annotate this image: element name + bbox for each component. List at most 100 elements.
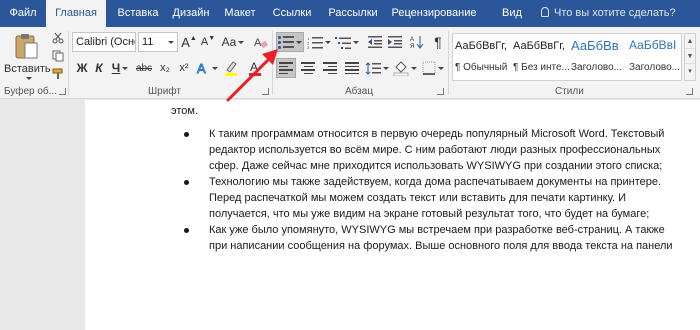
caret-up-icon: ▲ (189, 34, 197, 42)
tab-layout[interactable]: Макет (220, 0, 260, 27)
text-effects-icon: A (197, 61, 207, 75)
tab-references[interactable]: Ссылки (268, 0, 316, 27)
copy-button[interactable] (50, 49, 66, 63)
tab-review[interactable]: Рецензирование (390, 0, 478, 27)
borders-button[interactable] (420, 58, 446, 78)
multilevel-list-icon (335, 36, 351, 49)
line-spacing-button[interactable] (364, 58, 390, 78)
decrease-indent-icon (368, 36, 382, 48)
shading-button[interactable] (392, 58, 418, 78)
list-item-line: К таким программам относится в первую оч… (209, 128, 665, 140)
grow-font-icon: A (181, 34, 190, 50)
style-sample: АаБбВвГг, (455, 40, 507, 52)
paste-label: Вставить (4, 63, 51, 75)
styles-gallery: АаБбВвГг, ¶ Обычный АаБбВвГг, ¶ Без инте… (452, 33, 682, 81)
align-right-button[interactable] (320, 58, 340, 78)
format-painter-button[interactable] (50, 67, 66, 81)
styles-gallery-scroll[interactable]: ▲ ▼ ▾ (684, 33, 696, 81)
strikethrough-button[interactable]: abc (134, 58, 154, 78)
underline-button[interactable]: Ч (108, 58, 132, 78)
tell-me-search[interactable]: Что вы хотите сделать? (541, 0, 676, 27)
list-item-line: сфер. Даже сейчас мне приходится использ… (209, 160, 663, 172)
ribbon-tab-bar: Файл Главная Вставка Дизайн Макет Ссылки… (0, 0, 700, 27)
style-sample: АаБбВв (571, 38, 619, 53)
styles-group-label: Стили (555, 86, 584, 97)
chevron-up-icon[interactable]: ▲ (685, 34, 695, 49)
bullet-marker (184, 180, 189, 185)
show-formatting-marks-button[interactable]: ¶ (430, 32, 446, 52)
annotation-arrow-icon (226, 49, 278, 102)
copy-icon (52, 50, 64, 62)
line-spacing-icon (365, 61, 381, 75)
styles-dialog-launcher[interactable] (686, 88, 693, 95)
chevron-down-icon[interactable]: ▼ (685, 49, 695, 64)
underline-icon: Ч (111, 61, 121, 75)
style-heading-2[interactable]: АаБбВвІ Заголово... (627, 34, 681, 80)
list-item: Как уже было упомянуто, WYSIWYG мы встре… (209, 222, 679, 254)
paste-button[interactable]: Вставить (4, 31, 51, 81)
tab-insert[interactable]: Вставка (110, 0, 166, 27)
font-name-combo[interactable]: Calibri (Осно (72, 32, 136, 52)
align-center-icon (301, 62, 315, 74)
decrease-indent-button[interactable] (366, 32, 384, 52)
tell-me-label: Что вы хотите сделать? (554, 7, 676, 19)
tab-mailings[interactable]: Рассылки (324, 0, 382, 27)
increase-indent-button[interactable] (386, 32, 404, 52)
chevron-down-icon (383, 66, 389, 70)
style-heading-1[interactable]: АаБбВв Заголово... (569, 34, 627, 80)
cut-button[interactable] (50, 31, 66, 45)
style-name: ¶ Без инте... (513, 62, 570, 73)
paragraph-dialog-launcher[interactable] (437, 88, 444, 95)
list-item-line: при написании сообщения на форумах. Выше… (209, 240, 673, 252)
borders-icon (422, 61, 436, 75)
justify-button[interactable] (342, 58, 362, 78)
style-name: Заголово... (571, 62, 622, 73)
tab-design[interactable]: Дизайн (166, 0, 216, 27)
bullet-marker (184, 132, 189, 137)
sort-button[interactable]: AЯ (408, 32, 426, 52)
sort-icon: AЯ (410, 36, 424, 49)
chevron-down-icon (353, 40, 359, 44)
tab-home[interactable]: Главная (46, 0, 106, 27)
align-center-button[interactable] (298, 58, 318, 78)
list-item: Технологию мы также задействуем, когда д… (209, 174, 679, 222)
pilcrow-icon: ¶ (434, 34, 442, 50)
more-styles-icon[interactable]: ▾ (685, 64, 695, 79)
chevron-down-icon (411, 66, 417, 70)
style-normal[interactable]: АаБбВвГг, ¶ Обычный (453, 34, 511, 80)
clipboard-icon (15, 34, 38, 59)
subscript-button[interactable]: x₂ (156, 58, 174, 78)
grow-font-button[interactable]: A ▲ (181, 32, 197, 52)
clipboard-group-label: Буфер об... (4, 86, 57, 97)
font-group-label: Шрифт (148, 86, 181, 97)
italic-button[interactable]: К (91, 58, 107, 78)
tab-file[interactable]: Файл (4, 0, 42, 27)
strikethrough-icon: abc (135, 62, 153, 74)
paragraph-group-label: Абзац (345, 86, 374, 97)
paste-dropdown-arrow[interactable] (26, 77, 32, 80)
text-effects-button[interactable]: A (196, 58, 218, 78)
increase-indent-icon (388, 36, 402, 48)
tab-view[interactable]: Вид (500, 0, 524, 27)
clipboard-dialog-launcher[interactable] (59, 88, 66, 95)
list-item: К таким программам относится в первую оч… (209, 126, 679, 174)
style-name: ¶ Обычный (455, 62, 508, 73)
font-size-combo[interactable]: 11 (138, 32, 178, 52)
svg-text:3: 3 (307, 45, 310, 49)
separator (68, 31, 69, 95)
superscript-button[interactable]: x² (175, 58, 193, 78)
paragraph-tail: этом. (171, 105, 199, 117)
justify-icon (345, 62, 359, 74)
numbering-button[interactable]: 123 (306, 32, 332, 52)
shrink-font-icon: A (200, 36, 209, 48)
font-size-value: 11 (142, 36, 154, 48)
list-item-line: Как уже было упомянуто, WYSIWYG мы встре… (209, 224, 665, 236)
multilevel-list-button[interactable] (334, 32, 360, 52)
bold-button[interactable]: Ж (74, 58, 90, 78)
list-item-line: редактор используется во всём мире. С ни… (209, 144, 661, 156)
svg-text:A: A (410, 37, 414, 43)
style-no-spacing[interactable]: АаБбВвГг, ¶ Без инте... (511, 34, 570, 80)
numbered-list-icon: 123 (307, 36, 323, 49)
shrink-font-button[interactable]: A ▼ (200, 32, 216, 52)
document-page[interactable]: этом. К таким программам относится в пер… (85, 100, 700, 330)
